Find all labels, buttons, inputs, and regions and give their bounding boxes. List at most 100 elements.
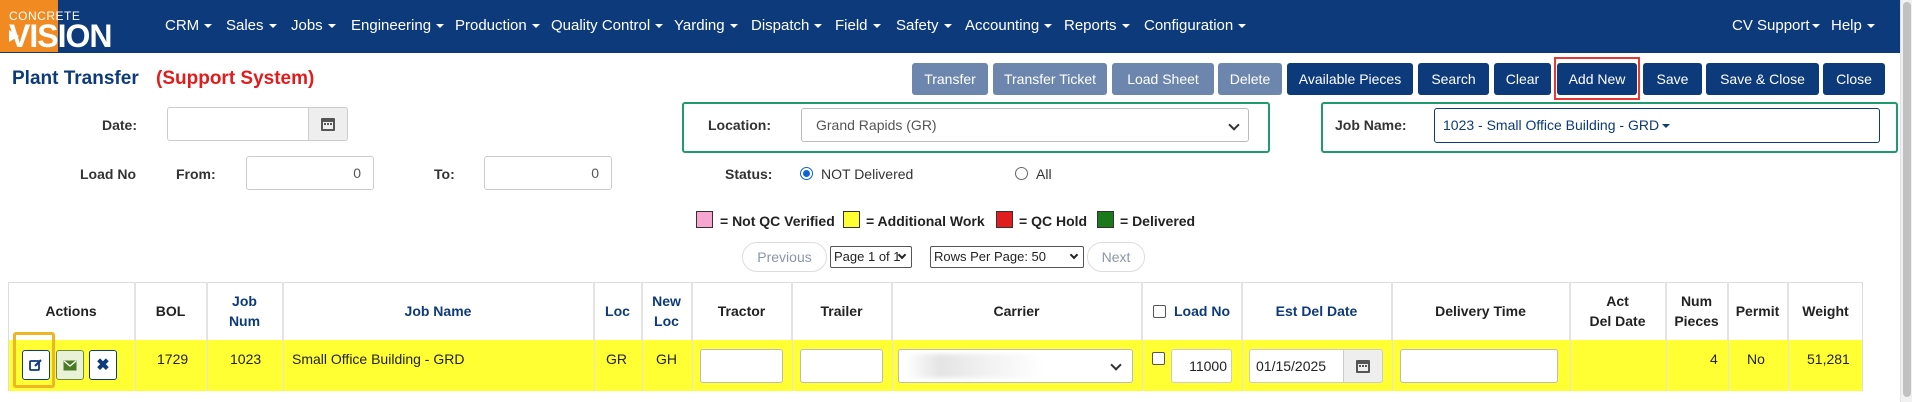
save-and-close-button[interactable]: Save & Close [1706, 63, 1819, 95]
tractor-input[interactable] [700, 349, 783, 383]
caret-down-icon [531, 24, 540, 29]
logo-text-main: VISION [9, 18, 112, 54]
column-divider [1728, 282, 1729, 391]
caret-down-icon [872, 24, 881, 29]
rows-per-page-select[interactable]: Rows Per Page: 50 [930, 246, 1084, 268]
delete-button[interactable]: Delete [1218, 63, 1282, 95]
select-all-checkbox[interactable] [1153, 304, 1166, 318]
legend-swatch-not-qc-verified [696, 211, 713, 228]
clear-button[interactable]: Clear [1494, 63, 1551, 95]
caret-down-icon [436, 24, 445, 29]
column-header-label: Job [232, 293, 257, 309]
transfer-button[interactable]: Transfer [912, 63, 988, 95]
location-select[interactable]: Grand Rapids (GR) [801, 108, 1249, 142]
load-no-input[interactable]: 11000 [1171, 349, 1232, 383]
job-name-select[interactable]: 1023 - Small Office Building - GRD [1434, 108, 1880, 143]
remove-button[interactable]: ✖ [89, 350, 117, 380]
nav-sales[interactable]: Sales [226, 17, 277, 34]
email-button[interactable] [56, 350, 84, 380]
load-sheet-button[interactable]: Load Sheet [1112, 63, 1214, 95]
column-header-est-del-date[interactable]: Est Del Date [1242, 282, 1392, 340]
load-no-from-input[interactable]: 0 [246, 156, 374, 190]
nav-label: Help [1831, 17, 1862, 34]
delivery-time-input[interactable] [1400, 349, 1558, 383]
previous-page-button[interactable]: Previous [742, 242, 827, 272]
caret-down-icon [729, 24, 738, 29]
column-divider [207, 282, 208, 391]
nav-safety[interactable]: Safety [896, 17, 952, 34]
save-button[interactable]: Save [1643, 63, 1702, 95]
close-button[interactable]: Close [1823, 63, 1885, 95]
next-page-button[interactable]: Next [1087, 242, 1145, 272]
nav-production[interactable]: Production [455, 17, 540, 34]
column-header-loc[interactable]: Loc [594, 282, 642, 340]
load-no-to-input[interactable]: 0 [484, 156, 612, 190]
nav-dispatch[interactable]: Dispatch [751, 17, 823, 34]
est-del-date-picker-button[interactable] [1343, 349, 1383, 383]
column-header-label: Loc [654, 313, 679, 329]
nav-label: Reports [1064, 17, 1117, 34]
est-del-date-input[interactable]: 01/15/2025 [1249, 349, 1344, 383]
job-name-label: Job Name: [1335, 117, 1407, 133]
rows-per-page-value: Rows Per Page: 50 [934, 249, 1047, 264]
column-header-label: Weight [1802, 303, 1849, 319]
legend-qc-hold: = QC Hold [1019, 213, 1088, 229]
status-not-delivered-label: NOT Delivered [821, 166, 914, 182]
column-header-tractor: Tractor [692, 282, 792, 340]
column-header-load-no[interactable]: Load No [1142, 282, 1242, 340]
nav-configuration[interactable]: Configuration [1144, 17, 1247, 34]
carrier-redacted-value [905, 354, 1045, 378]
load-no-label: Load No [80, 166, 136, 182]
column-header-job-num[interactable]: Job Num [207, 282, 283, 340]
nav-quality-control[interactable]: Quality Control [551, 17, 664, 34]
status-not-delivered-radio[interactable] [800, 167, 813, 180]
add-new-highlight [1554, 57, 1640, 100]
calendar-icon [321, 117, 335, 131]
nav-label: Dispatch [751, 17, 810, 34]
nav-yarding[interactable]: Yarding [674, 17, 738, 34]
column-header-label: Job Name [404, 303, 472, 319]
caret-down-icon [1662, 124, 1671, 129]
transfer-ticket-button[interactable]: Transfer Ticket [993, 63, 1107, 95]
column-header-label: Est Del Date [1275, 303, 1358, 319]
cell-job-name: Small Office Building - GRD [292, 351, 465, 367]
trailer-input[interactable] [800, 349, 883, 383]
nav-engineering[interactable]: Engineering [351, 17, 445, 34]
column-header-label: Act [1606, 293, 1629, 309]
nav-reports[interactable]: Reports [1064, 17, 1130, 34]
date-picker-button[interactable] [308, 107, 348, 141]
search-button[interactable]: Search [1418, 63, 1489, 95]
nav-cv-support[interactable]: CV Support [1732, 17, 1820, 34]
nav-label: Production [455, 17, 527, 34]
column-divider [692, 282, 693, 391]
column-header-label: Trailer [820, 303, 863, 319]
row-select-checkbox[interactable] [1152, 352, 1165, 365]
column-header-act-del-date: Act Del Date [1570, 282, 1666, 340]
column-divider [283, 282, 284, 391]
status-label: Status: [725, 166, 773, 182]
nav-jobs[interactable]: Jobs [291, 17, 336, 34]
caret-down-icon [327, 24, 336, 29]
to-label: To: [434, 166, 455, 182]
column-header-label: Num [1680, 293, 1713, 309]
date-input[interactable] [167, 107, 309, 141]
scrollbar-thumb[interactable] [1903, 2, 1911, 397]
column-header-job-name[interactable]: Job Name [283, 282, 594, 340]
page-select[interactable]: Page 1 of 1 [830, 246, 912, 268]
vertical-scrollbar[interactable] [1900, 0, 1912, 402]
nav-crm[interactable]: CRM [165, 17, 213, 34]
nav-field[interactable]: Field [835, 17, 881, 34]
status-all-radio[interactable] [1015, 167, 1028, 180]
nav-label: Engineering [351, 17, 432, 34]
nav-accounting[interactable]: Accounting [965, 17, 1053, 34]
legend-additional-work: = Additional Work [866, 213, 985, 229]
app-logo[interactable]: CONCRETE VISION [0, 0, 158, 52]
nav-help[interactable]: Help [1831, 17, 1875, 34]
column-header-bol: BOL [135, 282, 207, 340]
edit-button[interactable] [22, 350, 50, 380]
chevron-down-icon [1228, 119, 1240, 131]
cell-loc: GR [606, 351, 627, 367]
column-header-new-loc[interactable]: New Loc [642, 282, 692, 340]
column-header-label: Actions [45, 303, 97, 319]
available-pieces-button[interactable]: Available Pieces [1287, 63, 1413, 95]
